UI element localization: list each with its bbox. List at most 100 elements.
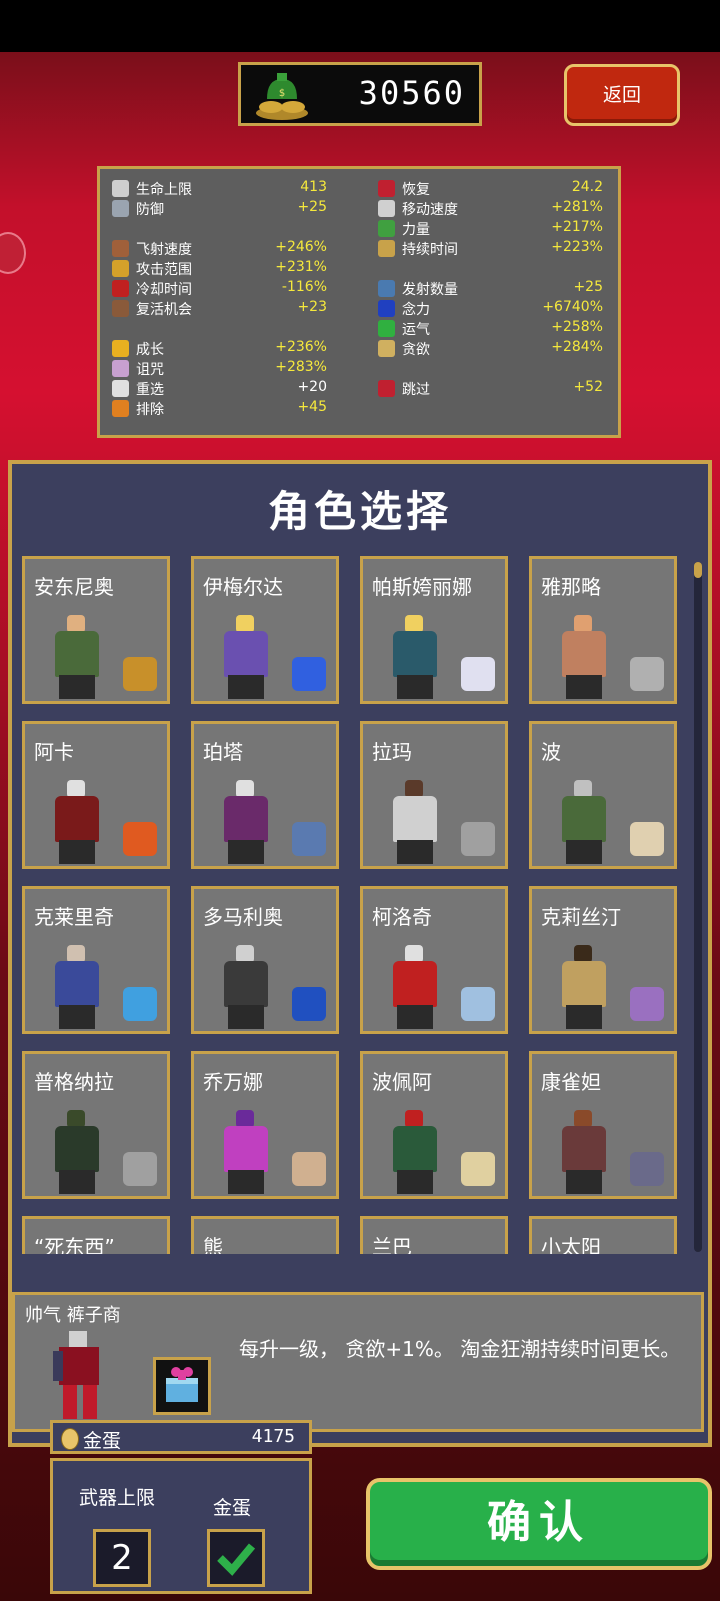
character-name: 兰巴 (372, 1235, 412, 1254)
stat-value: +25 (573, 279, 603, 295)
starting-weapon-icon (630, 657, 664, 691)
character-card[interactable]: 帕斯姱丽娜 (360, 556, 508, 704)
stat-value: 413 (300, 179, 327, 195)
character-card[interactable]: 克莉丝汀 (529, 886, 677, 1034)
status-bar (0, 0, 720, 52)
stat-row: 跳过 +52 (378, 379, 603, 399)
weapon-limit-selector[interactable]: 2 (93, 1529, 151, 1587)
character-card[interactable]: 波佩阿 (360, 1051, 508, 1199)
stat-row: 运气 +258% (378, 319, 603, 339)
character-card[interactable]: 雅那略 (529, 556, 677, 704)
character-card[interactable]: 康雀妲 (529, 1051, 677, 1199)
character-sprite (216, 780, 276, 864)
stat-label: 跳过 (402, 382, 430, 398)
scrollbar[interactable] (694, 562, 702, 1252)
character-name: 克莱里奇 (34, 905, 114, 929)
stat-icon (112, 240, 129, 257)
stat-value: +52 (573, 379, 603, 395)
stat-row: 防御 +25 (112, 199, 327, 219)
character-card[interactable]: 伊梅尔达 (191, 556, 339, 704)
stat-icon (112, 280, 129, 297)
starting-weapon-icon (292, 822, 326, 856)
stat-icon (112, 380, 129, 397)
stat-icon (112, 300, 129, 317)
stat-value: +20 (297, 379, 327, 395)
character-name: 乔万娜 (203, 1070, 263, 1094)
character-sprite (554, 945, 614, 1029)
stat-value: +258% (551, 319, 603, 335)
gold-amount: 30560 (358, 74, 465, 112)
stat-icon (112, 400, 129, 417)
stat-icon (112, 180, 129, 197)
stat-row: 力量 +217% (378, 219, 603, 239)
character-card[interactable]: 波 (529, 721, 677, 869)
money-bag-icon: $ (256, 73, 308, 120)
starting-weapon-icon (461, 987, 495, 1021)
starting-weapon-icon (630, 987, 664, 1021)
stat-label: 成长 (136, 342, 164, 358)
character-card[interactable]: 乔万娜 (191, 1051, 339, 1199)
scroll-thumb[interactable] (694, 562, 702, 578)
character-name: 拉玛 (372, 740, 412, 764)
character-description: 帅气 裤子商 每升一级， 贪欲+1%。 淘金狂潮持续时间更长。 (12, 1292, 704, 1432)
stat-value: +223% (551, 239, 603, 255)
svg-text:$: $ (279, 88, 285, 99)
golden-egg-count: 4175 (251, 1426, 295, 1447)
character-card[interactable]: 珀塔 (191, 721, 339, 869)
confirm-button[interactable]: 确认 (366, 1478, 712, 1570)
character-sprite (47, 780, 107, 864)
stat-icon (378, 340, 395, 357)
golden-egg-label: 金蛋 (83, 1430, 122, 1452)
stat-icon (112, 260, 129, 277)
character-card[interactable]: 柯洛奇 (360, 886, 508, 1034)
character-card[interactable]: “死东西” (22, 1216, 170, 1254)
golden-egg-counter: 金蛋 4175 (50, 1420, 312, 1454)
panel-title: 角色选择 (267, 487, 452, 536)
character-sprite (385, 945, 445, 1029)
starting-weapon-icon (123, 1152, 157, 1186)
stat-label: 诅咒 (136, 362, 164, 378)
character-grid[interactable]: 安东尼奥 伊梅尔达 帕斯姱丽娜 雅那略阿卡 珀塔 拉玛 波克莱里奇 多马利奥 柯洛奇 克莉丝汀普格… (20, 556, 692, 1254)
character-sprite (554, 615, 614, 699)
stat-value: -116% (281, 279, 327, 295)
character-card[interactable]: 阿卡 (22, 721, 170, 869)
character-card[interactable]: 安东尼奥 (22, 556, 170, 704)
stat-row: 恢复 24.2 (378, 179, 603, 199)
stat-icon (112, 360, 129, 377)
stat-row: 诅咒 +283% (112, 359, 327, 379)
stat-icon (378, 300, 395, 317)
character-card[interactable]: 普格纳拉 (22, 1051, 170, 1199)
stat-row: 飞射速度 +246% (112, 239, 327, 259)
stat-value: +6740% (542, 299, 603, 315)
character-sprite (385, 780, 445, 864)
character-name: 安东尼奥 (34, 575, 114, 599)
stat-label: 重选 (136, 382, 164, 398)
stat-icon (378, 220, 395, 237)
character-card[interactable]: 多马利奥 (191, 886, 339, 1034)
stat-value: 24.2 (571, 179, 603, 195)
stat-row: 冷却时间 -116% (112, 279, 327, 299)
character-name: 多马利奥 (203, 905, 283, 929)
character-sprite (385, 615, 445, 699)
golden-egg-checkbox[interactable] (207, 1529, 265, 1587)
stat-icon (378, 240, 395, 257)
stat-label: 生命上限 (136, 182, 192, 198)
stat-label: 冷却时间 (136, 282, 192, 298)
character-card[interactable]: 克莱里奇 (22, 886, 170, 1034)
stat-label: 防御 (136, 202, 164, 218)
stat-value: +283% (275, 359, 327, 375)
starting-weapon-icon (292, 657, 326, 691)
character-card[interactable]: 熊 (191, 1216, 339, 1254)
starting-weapon-icon (123, 657, 157, 691)
gold-counter: $ 30560 (238, 62, 482, 126)
stat-label: 排除 (136, 402, 164, 418)
character-name: 帕斯姱丽娜 (372, 575, 472, 599)
stat-row: 贪欲 +284% (378, 339, 603, 359)
character-name: 波 (541, 740, 561, 764)
back-button[interactable]: 返回 (564, 64, 680, 126)
character-card[interactable]: 拉玛 (360, 721, 508, 869)
character-name: 伊梅尔达 (203, 575, 283, 599)
character-card[interactable]: 兰巴 (360, 1216, 508, 1254)
character-card[interactable]: 小太阳 (529, 1216, 677, 1254)
weapon-limit-label: 武器上限 (79, 1487, 156, 1509)
